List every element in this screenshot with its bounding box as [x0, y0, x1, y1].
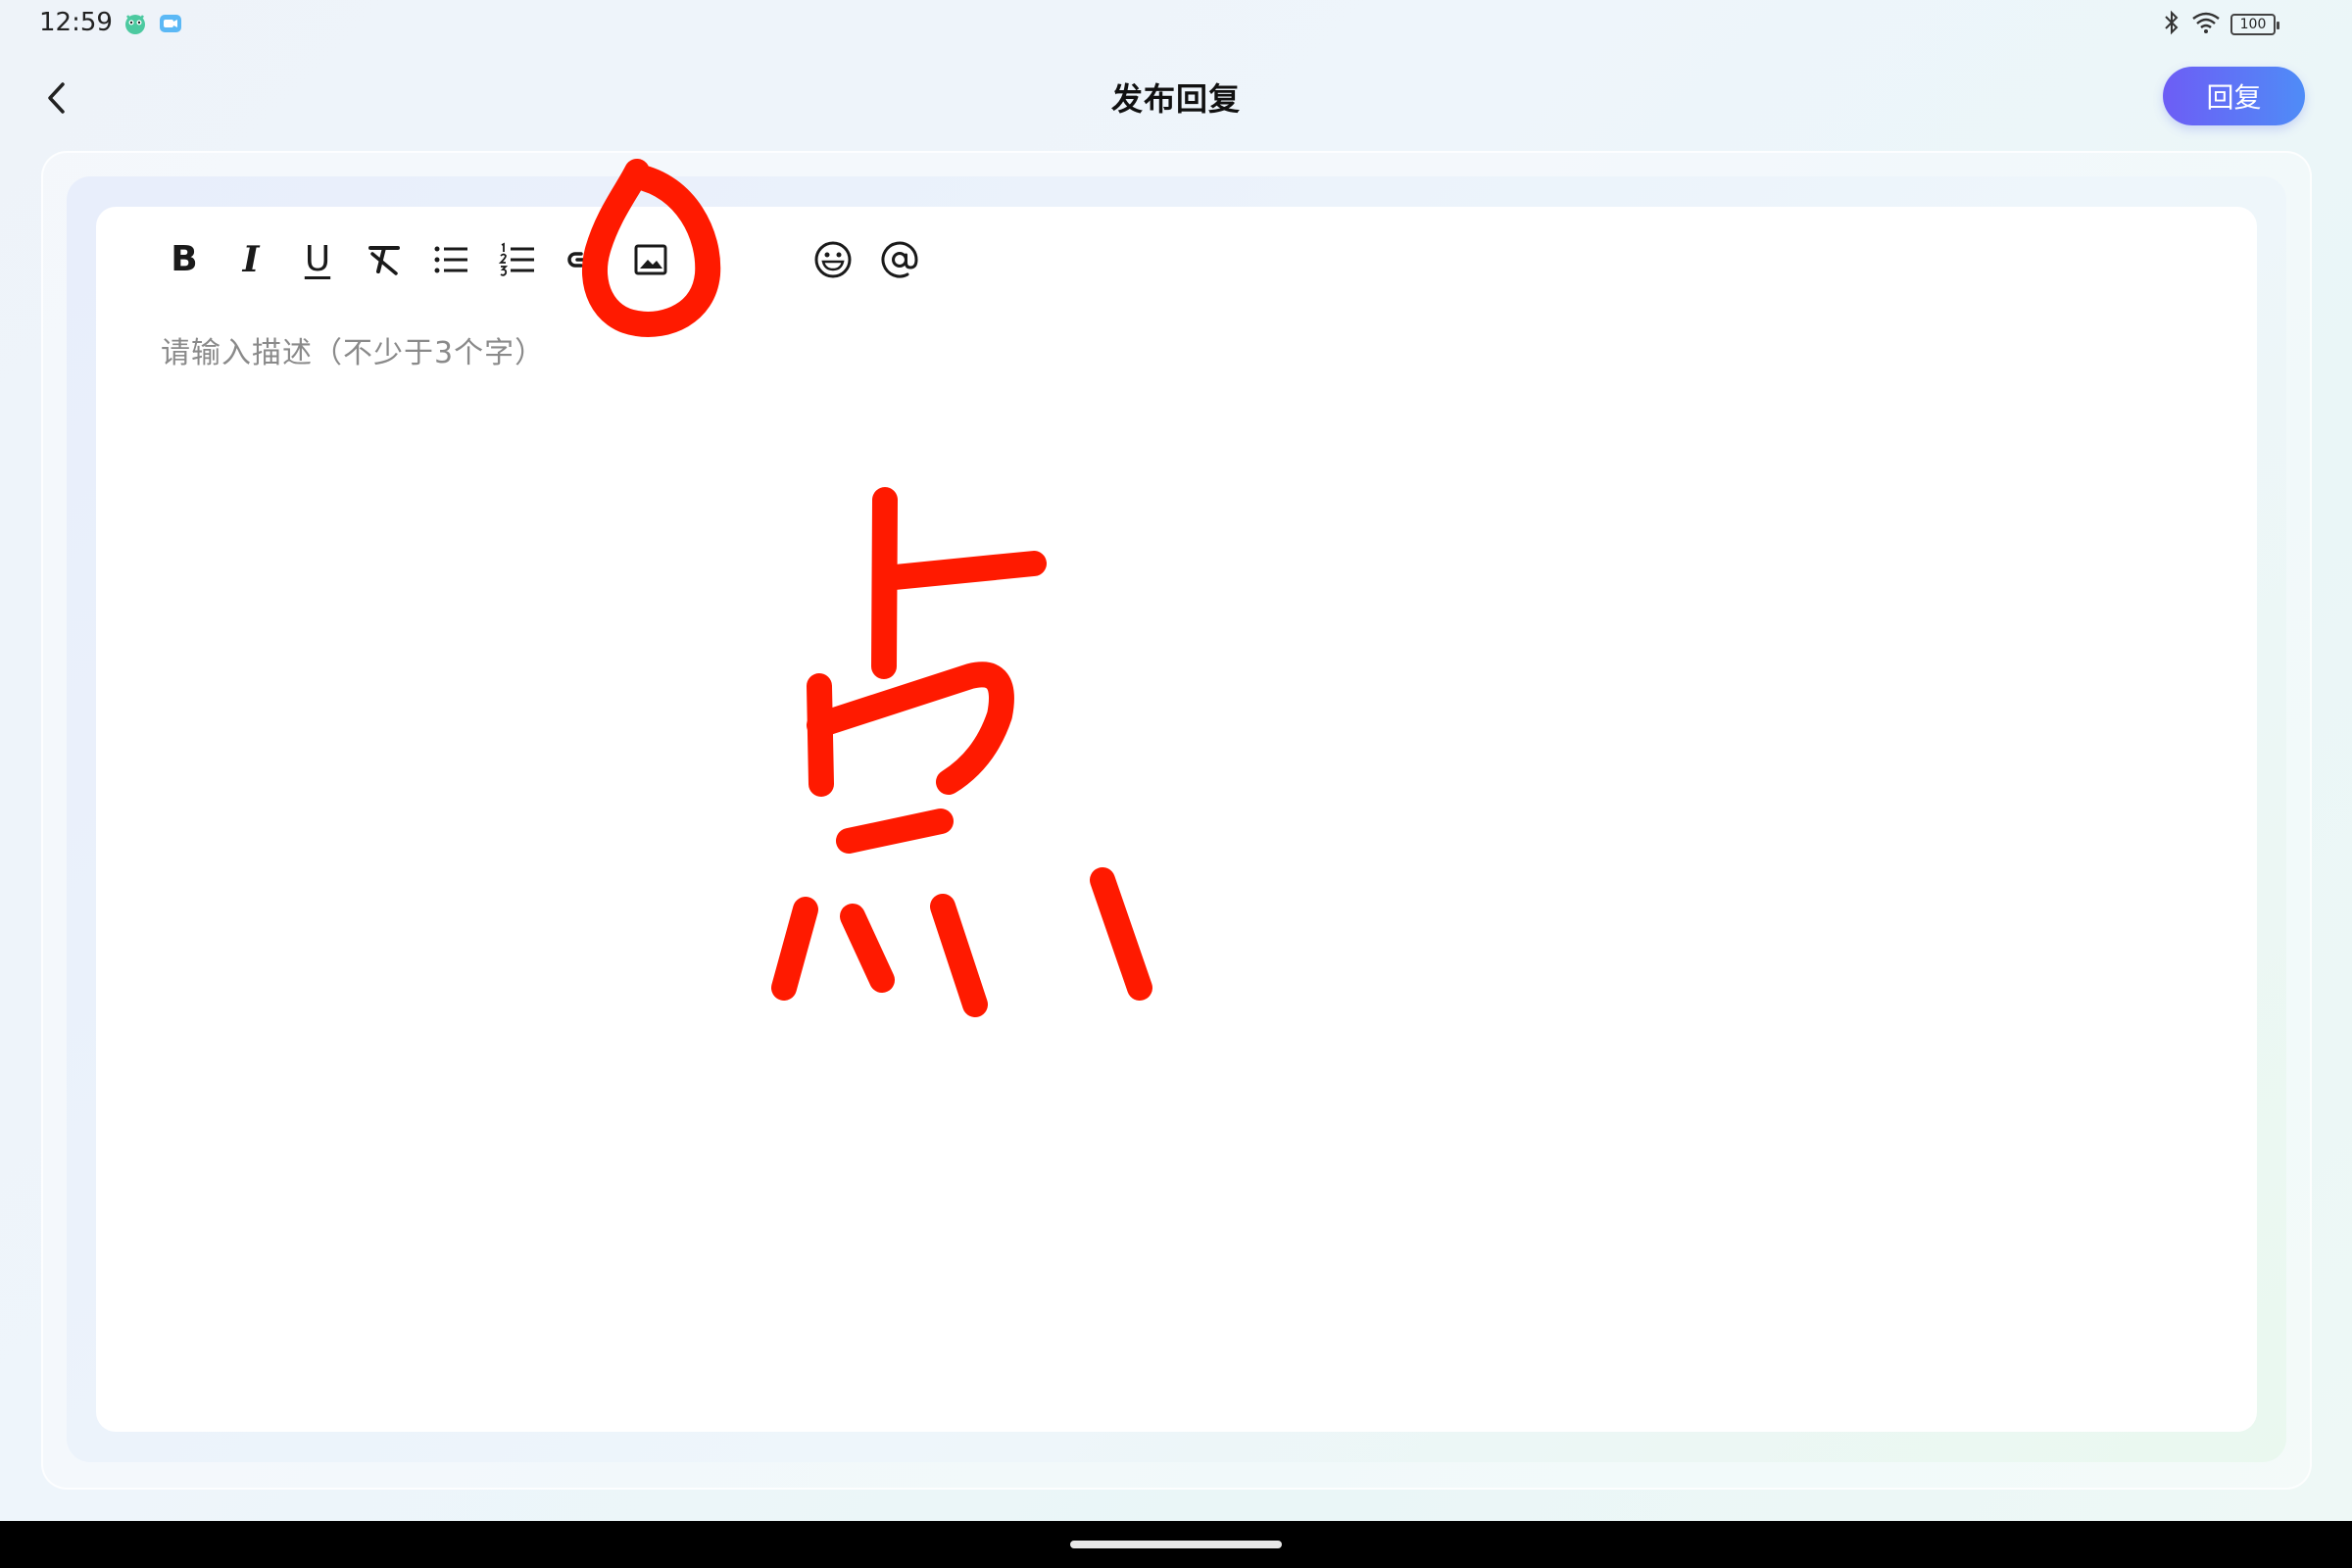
underline-icon: U — [304, 239, 331, 279]
image-button[interactable] — [625, 234, 676, 285]
link-button[interactable] — [559, 234, 610, 285]
clear-format-icon — [368, 246, 400, 275]
numbered-list-icon — [498, 242, 534, 276]
header: 发布回复 回复 — [0, 59, 2352, 137]
mention-icon — [881, 241, 918, 278]
description-input[interactable]: 请输入描述（不少于3个字） — [161, 328, 545, 371]
clear-format-button[interactable] — [359, 234, 410, 285]
emoji-button[interactable] — [808, 234, 858, 285]
italic-icon: I — [242, 239, 260, 280]
italic-button[interactable]: I — [225, 234, 276, 285]
mention-button[interactable] — [874, 234, 925, 285]
bold-icon: B — [171, 239, 198, 279]
status-time: 12:59 — [39, 8, 113, 37]
notification-icons — [122, 10, 184, 37]
numbered-list-button[interactable] — [492, 234, 543, 285]
system-nav-bar — [0, 1521, 2352, 1568]
status-bar: 12:59 100 — [0, 0, 2352, 49]
app-mascot-icon — [122, 10, 149, 37]
bold-button[interactable]: B — [159, 234, 210, 285]
bullet-list-icon — [434, 246, 467, 273]
underline-button[interactable]: U — [292, 234, 343, 285]
editor-toolbar: B I U — [159, 230, 941, 289]
video-call-icon — [157, 10, 184, 37]
system-indicators: 100 — [2162, 10, 2279, 39]
link-icon — [567, 252, 601, 268]
wifi-icon — [2191, 11, 2221, 38]
battery-icon: 100 — [2230, 14, 2279, 35]
emoji-icon — [814, 241, 852, 278]
bluetooth-icon — [2162, 10, 2181, 39]
image-icon — [634, 244, 667, 275]
rich-text-editor[interactable]: B I U 请输入描述（不少于3个字） — [96, 207, 2257, 1432]
bullet-list-button[interactable] — [425, 234, 476, 285]
page-title: 发布回复 — [1110, 80, 1241, 118]
reply-button[interactable]: 回复 — [2163, 67, 2305, 125]
home-indicator[interactable] — [1070, 1541, 1282, 1548]
